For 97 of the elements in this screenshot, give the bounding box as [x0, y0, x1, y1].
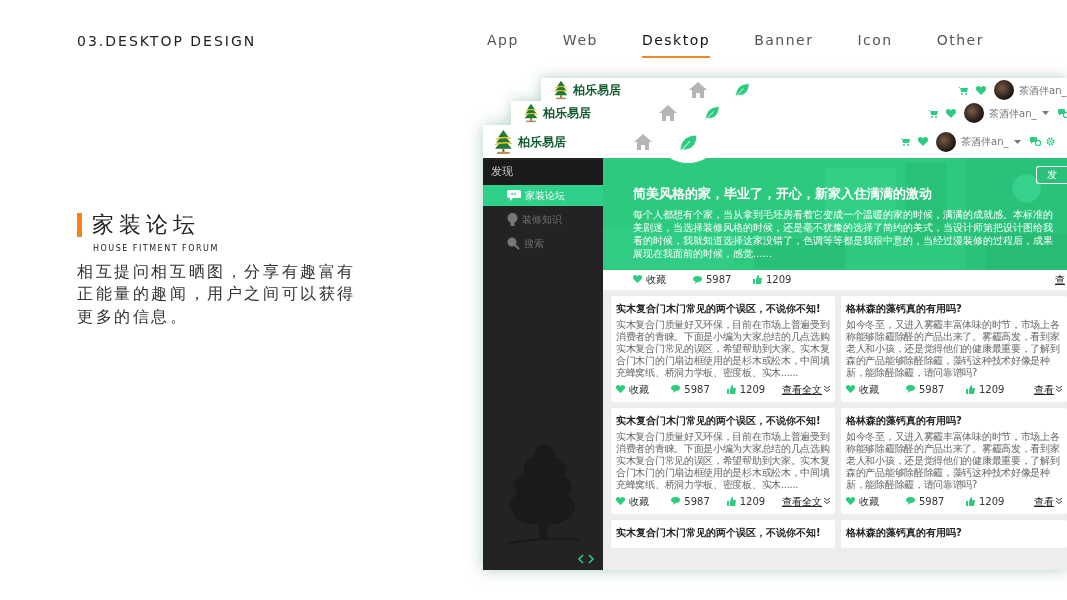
chat-icon[interactable] — [1058, 108, 1067, 118]
accent-bar — [77, 212, 82, 237]
double-chevron-icon — [824, 498, 830, 504]
leaf-icon[interactable] — [734, 82, 750, 98]
thumbs-up-icon — [726, 384, 736, 394]
nav-tab[interactable]: Web — [562, 30, 598, 58]
nav-tab[interactable]: Other — [936, 30, 984, 58]
tree-logo — [553, 80, 569, 100]
avatar — [964, 103, 984, 123]
tree-logo — [523, 103, 539, 123]
card-excerpt: 实木复合门质量好又环保，目前在市场上普遍受到消费者的青睐。下面是小编为大家总结的几点选购实木复合门常见的误区，希望帮助到大家。实木复合门木门的门扇边框使用的是杉木或松木，中间填充蜂窝纸、桥洞力学板、密度板、实木...... — [616, 318, 830, 379]
heart-icon[interactable] — [616, 496, 625, 506]
double-chevron-icon — [824, 386, 830, 392]
favorite-label: 收藏 — [859, 494, 879, 509]
double-chevron-icon — [1056, 498, 1062, 504]
search-icon — [507, 236, 520, 250]
brand-name: 柏乐易居 — [573, 82, 622, 99]
like-count: 1209 — [766, 273, 792, 287]
heart-icon[interactable] — [976, 85, 986, 95]
sidebar-heading: 发现 — [483, 160, 603, 185]
cart-icon[interactable] — [958, 85, 968, 95]
tree-logo — [493, 128, 514, 155]
chat-icon[interactable] — [1030, 137, 1042, 146]
bulb-icon — [507, 212, 518, 226]
comment-icon — [671, 385, 681, 393]
post-title: 简美风格的家，毕业了，开心，新家入住满满的激动 — [633, 185, 933, 203]
thumbs-up-icon — [753, 275, 762, 284]
home-icon[interactable] — [689, 82, 707, 98]
comment-count: 5987 — [684, 494, 710, 509]
card-excerpt: 如今冬至，又进入雾霾丰富体味的时节，市场上各称能够除霾除醛的产品出来了。雾霾高发，看到家老人和小孩，还是觉得他们的健康最重要，了解到森的产品能够除醛除霾，藻钙这种技术好像是种新，能除醛除霾，请问靠谱吗? — [846, 430, 1061, 491]
feature-subtitle: HOUSE FITMENT FORUM — [93, 243, 220, 255]
home-icon[interactable] — [633, 133, 652, 150]
avatar — [936, 131, 956, 152]
read-more-link[interactable]: 查 — [1055, 272, 1067, 287]
heart-icon[interactable] — [616, 384, 625, 394]
card-title: 实木复合门木门常见的两个误区，不说你不知! — [616, 413, 822, 428]
previous-icon[interactable] — [577, 554, 584, 564]
thumbs-up-icon — [966, 384, 975, 394]
like-count: 1209 — [739, 382, 766, 397]
read-more-link[interactable]: 查看全文 — [782, 381, 830, 397]
card-title: 实木复合门木门常见的两个误区，不说你不知! — [616, 301, 822, 316]
cart-icon[interactable] — [900, 137, 910, 146]
nav-tab[interactable]: Desktop — [641, 30, 711, 58]
leaf-icon[interactable] — [704, 105, 720, 121]
username[interactable]: 茶酒伴an_ — [989, 105, 1037, 121]
home-icon[interactable] — [659, 105, 677, 121]
read-more-link[interactable]: 查看 — [1034, 493, 1062, 509]
settings-icon[interactable] — [1046, 137, 1056, 146]
heart-icon[interactable] — [633, 275, 642, 284]
favorite-label: 收藏 — [646, 273, 666, 287]
favorite-label: 收藏 — [629, 382, 649, 397]
double-chevron-icon — [1056, 386, 1062, 392]
chat-icon — [507, 189, 521, 201]
nav-tab[interactable]: Banner — [754, 30, 814, 58]
heart-icon[interactable] — [846, 384, 855, 394]
read-more-link[interactable]: 查看 — [1034, 381, 1062, 397]
comment-icon — [671, 497, 681, 505]
nav-tab[interactable]: App — [487, 30, 519, 58]
comment-icon — [906, 497, 915, 505]
favorite-label: 收藏 — [859, 382, 879, 397]
favorite-label: 收藏 — [629, 494, 649, 509]
caret-icon[interactable] — [1014, 139, 1022, 144]
caret-icon[interactable] — [1042, 111, 1050, 115]
card-excerpt: 实木复合门质量好又环保，目前在市场上普遍受到消费者的青睐。下面是小编为大家总结的几点选购实木复合门常见的误区，希望帮助到大家。实木复合门木门的门扇边框使用的是杉木或松木，中间填充蜂窝纸、桥洞力学板、密度板、实木...... — [616, 430, 830, 491]
card-title: 格林森的藻钙真的有用吗? — [846, 413, 963, 428]
thumbs-up-icon — [726, 496, 736, 506]
cart-icon[interactable] — [928, 108, 938, 118]
brand-name: 柏乐易居 — [543, 105, 592, 122]
comment-count: 5987 — [684, 382, 710, 397]
username[interactable]: 茶酒伴an_ — [1019, 82, 1067, 98]
section-title: 03.DESKTOP DESIGN — [77, 31, 258, 51]
feature-title: 家装论坛 — [92, 211, 200, 239]
like-count: 1209 — [979, 382, 1005, 397]
username[interactable]: 茶酒伴an_ — [961, 134, 1009, 149]
card-excerpt: 如今冬至，又进入雾霾丰富体味的时节，市场上各称能够除霾除醛的产品出来了。雾霾高发，看到家老人和小孩，还是觉得他们的健康最重要，了解到森的产品能够除醛除霾，藻钙这种技术好像是种新，能除醛除霾，请问靠谱吗? — [846, 318, 1061, 379]
comment-icon — [906, 385, 915, 393]
heart-icon[interactable] — [946, 108, 956, 118]
comment-count: 5987 — [706, 273, 732, 287]
next-icon[interactable] — [588, 554, 595, 564]
heart-icon[interactable] — [918, 137, 928, 146]
comment-icon — [693, 275, 702, 284]
like-count: 1209 — [739, 494, 766, 509]
card-title: 格林森的藻钙真的有用吗? — [846, 301, 963, 316]
post-excerpt: 每个人都想有个家，当从拿到毛坯房看着它变成一个温暖的家的时候，满满的成就感。本标准的美剧迷，当选择装修风格的时候，还是毫不犹豫的选择了简约的美式，当设计师第把设计图给我看的时候，我就知道选择这家没错了，色调等等都是我很中意的，当经过漫装修的过程后，成果展现在我面前的时候，感觉...... — [633, 207, 1054, 260]
read-more-link[interactable]: 查看全文 — [782, 493, 830, 509]
nav-tab[interactable]: Icon — [857, 30, 893, 58]
like-count: 1209 — [979, 494, 1005, 509]
card-title: 格林森的藻钙真的有用吗? — [846, 525, 963, 540]
brand-name: 柏乐易居 — [517, 133, 567, 151]
card-title: 实木复合门木门常见的两个误区，不说你不知! — [616, 525, 822, 540]
thumbs-up-icon — [966, 496, 975, 506]
avatar — [994, 80, 1014, 100]
feature-description: 相互提问相互晒图，分享有趣富有正能量的趣闻，用户之间可以获得更多的信息。 — [77, 261, 357, 328]
comment-count: 5987 — [919, 382, 945, 397]
leaf-icon — [677, 133, 698, 153]
heart-icon[interactable] — [846, 496, 855, 506]
comment-count: 5987 — [919, 494, 945, 509]
